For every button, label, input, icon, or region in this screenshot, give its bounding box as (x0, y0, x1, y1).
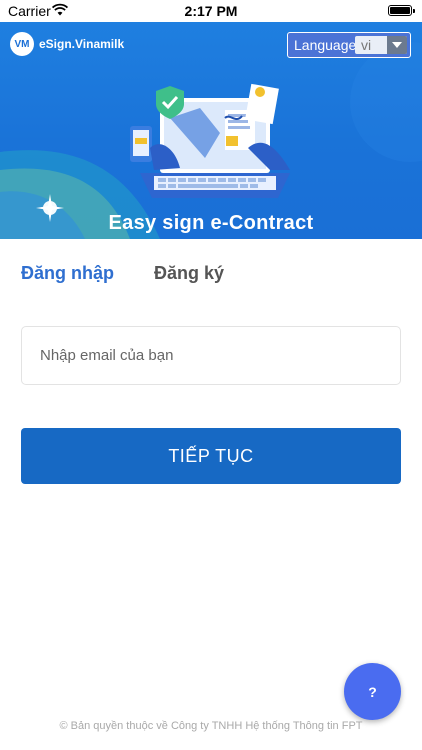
clock: 2:17 PM (184, 3, 238, 19)
battery-icon (388, 5, 415, 16)
language-selector[interactable]: Language vi (287, 32, 411, 58)
language-value: vi (361, 37, 372, 53)
tab-login[interactable]: Đăng nhập (21, 263, 114, 284)
status-bar: Carrier 2:17 PM (0, 0, 422, 22)
help-icon: ? (368, 683, 377, 700)
continue-button[interactable]: TIẾP TỤC (21, 428, 401, 484)
hero-title: Easy sign e-Contract (108, 212, 314, 234)
language-dropdown[interactable]: vi (355, 36, 407, 54)
brand-name: eSign.Vinamilk (39, 37, 125, 51)
laptop-contract-illustration (130, 83, 290, 198)
brand-logo: VM eSign.Vinamilk (10, 32, 124, 56)
email-field[interactable] (21, 326, 401, 385)
brand-badge-icon: VM (10, 32, 34, 56)
tab-register[interactable]: Đăng ký (154, 263, 224, 284)
hero-banner: VM eSign.Vinamilk Language vi Easy sign … (0, 22, 422, 239)
copyright-footer: © Bản quyền thuộc về Công ty TNHH Hệ thố… (59, 720, 363, 732)
help-button[interactable]: ? (344, 663, 401, 720)
language-label: Language (294, 37, 357, 53)
email-input[interactable] (22, 327, 400, 384)
chevron-down-icon (392, 42, 402, 48)
